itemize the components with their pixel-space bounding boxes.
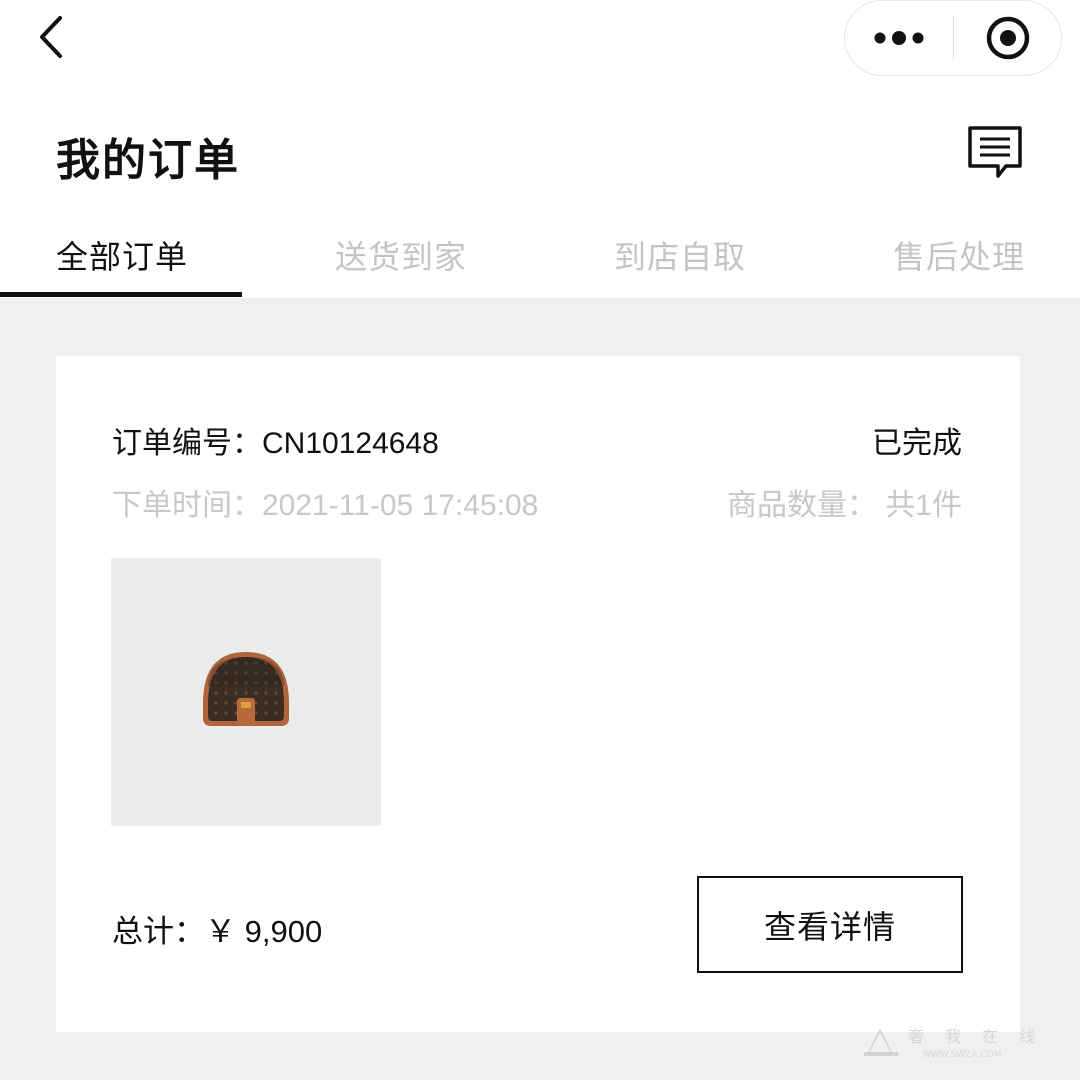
- product-image[interactable]: [111, 558, 381, 826]
- order-tabs: 全部订单 送货到家 到店自取 售后处理: [0, 226, 1080, 298]
- tab-home-delivery[interactable]: 送货到家: [335, 232, 467, 278]
- watermark-subtext: WWW.SWZX.COM: [922, 1050, 1001, 1060]
- page-title: 我的订单: [56, 135, 240, 186]
- tab-after-sales[interactable]: 售后处理: [893, 232, 1025, 278]
- watermark-logo-icon: 奢 我 在 线 WWW.SWZX.COM: [864, 1027, 1043, 1060]
- view-details-button[interactable]: 查看详情: [697, 876, 963, 973]
- order-number: 订单编号：CN10124648: [112, 427, 439, 460]
- more-button[interactable]: [845, 1, 953, 75]
- target-circle-icon: [986, 16, 1030, 60]
- active-tab-indicator: [0, 292, 242, 297]
- tab-all-orders[interactable]: 全部订单: [56, 232, 188, 278]
- message-button[interactable]: [966, 124, 1024, 182]
- top-bar: 我的订单 全部订单 送货到家 到店自取 售后处理: [0, 0, 1080, 298]
- capsule-divider: [953, 15, 954, 59]
- order-time: 下单时间：2021-11-05 17:45:08: [112, 489, 539, 522]
- more-dots-icon: [874, 31, 924, 45]
- message-icon: [968, 126, 1022, 178]
- tab-store-pickup[interactable]: 到店自取: [614, 232, 746, 278]
- watermark-text: 奢 我 在 线: [908, 1027, 1043, 1046]
- order-total: 总计：￥ 9,900: [112, 914, 323, 949]
- mini-program-capsule: [844, 0, 1062, 76]
- order-quantity: 商品数量： 共1件: [726, 489, 962, 522]
- handbag-image: [203, 652, 289, 726]
- chevron-left-icon: [40, 16, 62, 58]
- close-button[interactable]: [955, 1, 1061, 75]
- order-card: 订单编号：CN10124648 已完成 下单时间：2021-11-05 17:4…: [56, 356, 1020, 1032]
- watermark-logo: 奢 我 在 线 WWW.SWZX.COM: [862, 1020, 1052, 1062]
- order-status: 已完成: [872, 427, 962, 460]
- back-button[interactable]: [36, 14, 76, 60]
